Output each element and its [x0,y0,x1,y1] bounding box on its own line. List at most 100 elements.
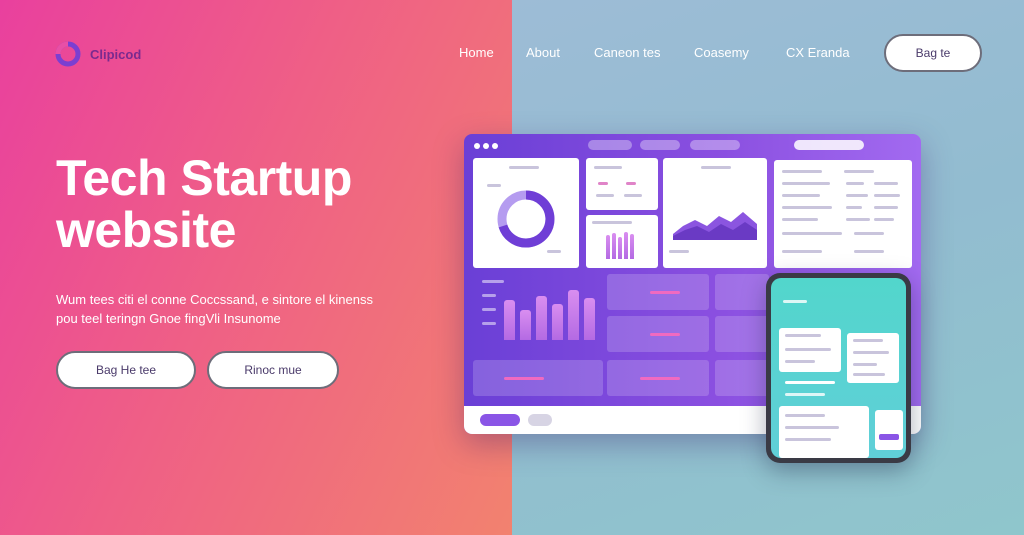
window-dots-icon [474,143,480,149]
table-line [874,194,900,197]
card-line [624,194,642,197]
table-line [854,250,884,253]
tile-accent [650,333,680,336]
mini-bar [624,232,628,259]
table-line [854,232,884,235]
phone-line [853,351,889,354]
dashboard-search [794,140,864,150]
tile-accent [504,377,544,380]
phone-line [853,363,877,366]
table-line [782,206,832,209]
hero-subtitle-line-2: pou teel teringn Gnoe fingVli Insunome [56,311,281,326]
phone-illustration [766,273,911,463]
nav-item-5[interactable]: CX Eranda [786,45,850,60]
phone-card [847,333,899,383]
bar-chart-icon [606,231,636,259]
hero-subtitle: Wum tees citi el conne Coccssand, e sint… [56,290,396,328]
donut-chart-icon [497,190,555,248]
card-line [598,182,608,185]
phone-button [879,434,899,440]
card-line [701,166,731,169]
card-line [669,250,689,253]
table-line [846,182,864,185]
phone-line [853,373,885,376]
table-line [782,170,822,173]
nav-item-about[interactable]: About [526,45,560,60]
table-line [782,250,822,253]
panel-line [482,308,496,311]
phone-line [785,438,831,441]
hero-title-line-2: website [56,202,236,258]
chart-bar [536,296,547,340]
table-line [846,218,870,221]
primary-cta-button[interactable]: Bag He tee [56,351,196,389]
phone-line [785,426,839,429]
chart-bar [552,304,563,340]
phone-card [779,328,841,372]
dashboard-tab [640,140,680,150]
tile-accent [650,291,680,294]
phone-line [785,414,825,417]
phone-line [785,393,825,396]
phone-line [785,348,831,351]
stats-card [586,158,658,210]
tile-accent [640,377,680,380]
card-line [547,250,561,253]
metric-tile [715,274,769,310]
phone-card [779,406,869,458]
panel-line [482,322,496,325]
metric-tile [715,360,769,396]
mini-bar [612,233,616,259]
panel-line [482,294,496,297]
top-navigation: Home About Caneon tes Coasemy CX Eranda [0,45,1024,65]
dashboard-tab [588,140,632,150]
table-line [782,232,842,235]
card-line [592,221,632,224]
chart-bar [568,290,579,340]
dashboard-tab [690,140,740,150]
nav-cta-button[interactable]: Bag te [884,34,982,72]
table-line [782,194,820,197]
bar-chart-icon [504,286,600,340]
chart-bar [584,298,595,340]
phone-line [785,334,821,337]
table-line [782,218,818,221]
table-line [874,218,894,221]
table-line [874,182,898,185]
table-line [846,206,862,209]
donut-card [473,158,579,268]
hero-background-left [0,0,512,535]
hero-title-line-1: Tech Startup [56,150,352,206]
table-line [844,170,874,173]
bar-chart-panel [482,280,602,346]
chart-bar [504,300,515,340]
dashboard-titlebar [464,134,921,156]
footer-pill [528,414,552,426]
panel-line [482,280,504,283]
phone-card [875,410,903,450]
nav-item-4[interactable]: Coasemy [694,45,749,60]
phone-line [785,360,815,363]
table-line [782,182,830,185]
table-card [774,160,912,268]
window-dot-icon [483,143,489,149]
area-chart-icon [673,212,757,240]
chart-bar [520,310,531,340]
table-line [874,206,898,209]
secondary-cta-button[interactable]: Rinoc mue [207,351,339,389]
phone-screen [771,278,906,458]
hero-subtitle-line-1: Wum tees citi el conne Coccssand, e sint… [56,292,373,307]
mini-bar [618,237,622,259]
card-line [509,166,539,169]
footer-pill [480,414,520,426]
card-line [594,166,622,169]
area-chart-card [663,158,767,268]
window-dot-icon [492,143,498,149]
hero-title: Tech Startup website [56,152,486,256]
mini-bar [606,235,610,259]
nav-item-home[interactable]: Home [459,45,494,60]
mini-bars-card [586,215,658,268]
nav-item-3[interactable]: Caneon tes [594,45,661,60]
card-line [596,194,614,197]
metric-tile [715,316,769,352]
